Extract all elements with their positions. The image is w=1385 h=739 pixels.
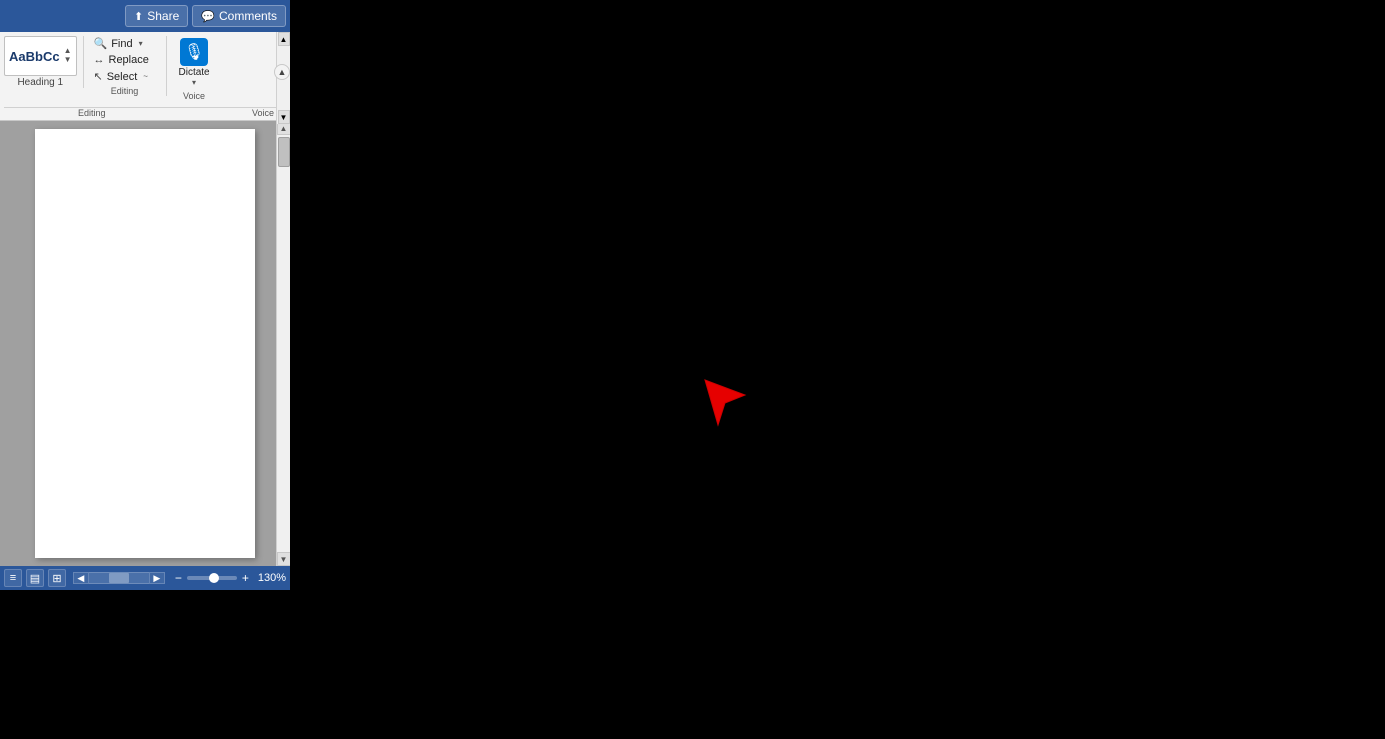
scroll-down-arrow[interactable]: ▼ <box>277 552 291 566</box>
comments-label: Comments <box>219 9 277 23</box>
dictate-label: Dictate <box>179 67 210 78</box>
styles-section: AaBbCc ▲ ▼ Heading 1 <box>4 36 84 88</box>
status-left: ≡ ▤ ⊞ <box>4 569 66 587</box>
ribbon: AaBbCc ▲ ▼ Heading 1 🔍 Find ▾ <box>0 32 290 121</box>
doc-scrollbar: ▲ ▼ <box>276 121 290 566</box>
select-label: Select <box>107 71 138 83</box>
share-label: Share <box>147 9 179 23</box>
comments-button[interactable]: 💬 Comments <box>192 5 286 27</box>
status-right: ◀ ▶ − + 130% <box>73 571 286 585</box>
find-icon: 🔍 <box>94 37 108 50</box>
replace-icon: ↔ <box>94 54 105 66</box>
word-window: ⬆ Share 💬 Comments AaBbCc ▲ ▼ Heading 1 <box>0 0 290 590</box>
find-label: Find <box>111 38 132 50</box>
top-bar: ⬆ Share 💬 Comments <box>0 0 290 32</box>
status-bar: ≡ ▤ ⊞ ◀ ▶ − + 130% <box>0 566 290 590</box>
scroll-thumb[interactable] <box>278 137 290 167</box>
select-icon: ↖ <box>94 70 103 83</box>
ribbon-collapse-button[interactable]: ▲ <box>274 64 290 80</box>
voice-group-label: Voice <box>183 89 205 101</box>
heading-label: Heading 1 <box>4 77 77 88</box>
dictate-chevron-icon: ▾ <box>192 78 196 87</box>
editing-items: 🔍 Find ▾ ↔ Replace ↖ Select ~ <box>90 36 160 84</box>
zoom-out-button[interactable]: − <box>173 571 184 585</box>
read-mode-icon[interactable]: ≡ <box>4 569 22 587</box>
share-button[interactable]: ⬆ Share <box>125 5 188 27</box>
document-page <box>35 129 255 558</box>
zoom-in-button[interactable]: + <box>240 571 251 585</box>
style-arrow-down[interactable]: ▼ <box>64 56 72 65</box>
scroll-left-arrow[interactable]: ◀ <box>73 572 89 584</box>
black-background <box>290 0 1385 739</box>
bottom-black <box>0 590 290 739</box>
zoom-control: − + 130% <box>173 571 286 585</box>
document-area: ▲ ▼ <box>0 121 290 566</box>
zoom-level: 130% <box>258 572 286 584</box>
dictate-button[interactable]: 🎙 Dictate ▾ <box>173 36 216 89</box>
editing-section: 🔍 Find ▾ ↔ Replace ↖ Select ~ Editing <box>90 36 167 96</box>
style-preview[interactable]: AaBbCc ▲ ▼ <box>4 36 77 76</box>
zoom-slider-thumb <box>209 573 219 583</box>
scroll-right-arrow[interactable]: ▶ <box>149 572 165 584</box>
replace-button[interactable]: ↔ Replace <box>90 53 160 67</box>
find-button[interactable]: 🔍 Find ▾ <box>90 36 160 51</box>
editing-group-label: Editing <box>111 84 139 96</box>
style-scroll-arrows[interactable]: ▲ ▼ <box>64 47 72 65</box>
web-layout-icon[interactable]: ⊞ <box>48 569 66 587</box>
ribbon-scroll-down[interactable]: ▼ <box>278 110 290 124</box>
voice-label: Voice <box>252 108 274 118</box>
share-icon: ⬆ <box>134 10 143 23</box>
zoom-slider[interactable] <box>187 576 237 580</box>
comments-icon: 💬 <box>201 10 215 23</box>
find-chevron-icon: ▾ <box>139 39 143 48</box>
style-text: AaBbCc <box>9 49 60 64</box>
ribbon-scroll-up[interactable]: ▲ <box>278 32 290 46</box>
replace-label: Replace <box>109 54 149 66</box>
dictate-icon: 🎙 <box>180 38 208 66</box>
voice-section: 🎙 Dictate ▾ Voice <box>173 36 216 101</box>
select-button[interactable]: ↖ Select ~ <box>90 69 160 84</box>
select-chevron-icon: ~ <box>143 72 148 81</box>
print-layout-icon[interactable]: ▤ <box>26 569 44 587</box>
editing-label: Editing <box>78 108 106 118</box>
